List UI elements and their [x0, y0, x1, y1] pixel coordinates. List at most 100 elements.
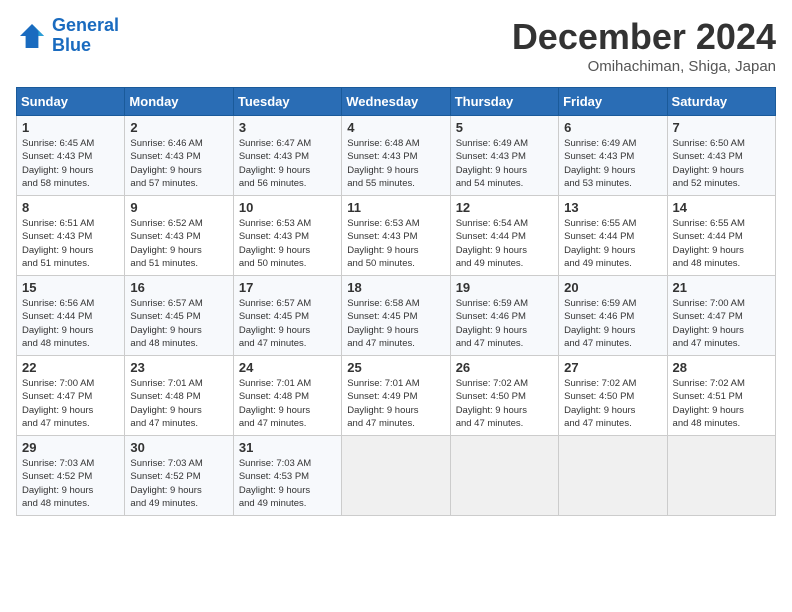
- day-info: Sunrise: 6:53 AMSunset: 4:43 PMDaylight:…: [347, 217, 444, 270]
- day-number: 28: [673, 360, 770, 375]
- day-cell: 25 Sunrise: 7:01 AMSunset: 4:49 PMDaylig…: [342, 356, 450, 436]
- day-cell: 4 Sunrise: 6:48 AMSunset: 4:43 PMDayligh…: [342, 116, 450, 196]
- header-monday: Monday: [125, 88, 233, 116]
- day-number: 16: [130, 280, 227, 295]
- day-cell: 2 Sunrise: 6:46 AMSunset: 4:43 PMDayligh…: [125, 116, 233, 196]
- day-cell: 6 Sunrise: 6:49 AMSunset: 4:43 PMDayligh…: [559, 116, 667, 196]
- day-info: Sunrise: 7:03 AMSunset: 4:53 PMDaylight:…: [239, 457, 336, 510]
- day-info: Sunrise: 6:56 AMSunset: 4:44 PMDaylight:…: [22, 297, 119, 350]
- day-info: Sunrise: 6:50 AMSunset: 4:43 PMDaylight:…: [673, 137, 770, 190]
- day-cell: [450, 436, 558, 516]
- day-number: 22: [22, 360, 119, 375]
- day-cell: 15 Sunrise: 6:56 AMSunset: 4:44 PMDaylig…: [17, 276, 125, 356]
- calendar-table: SundayMondayTuesdayWednesdayThursdayFrid…: [16, 87, 776, 516]
- day-number: 29: [22, 440, 119, 455]
- day-info: Sunrise: 7:03 AMSunset: 4:52 PMDaylight:…: [22, 457, 119, 510]
- day-number: 13: [564, 200, 661, 215]
- day-number: 19: [456, 280, 553, 295]
- day-cell: 30 Sunrise: 7:03 AMSunset: 4:52 PMDaylig…: [125, 436, 233, 516]
- day-cell: 8 Sunrise: 6:51 AMSunset: 4:43 PMDayligh…: [17, 196, 125, 276]
- day-cell: 3 Sunrise: 6:47 AMSunset: 4:43 PMDayligh…: [233, 116, 341, 196]
- day-number: 20: [564, 280, 661, 295]
- day-info: Sunrise: 6:45 AMSunset: 4:43 PMDaylight:…: [22, 137, 119, 190]
- week-row-1: 1 Sunrise: 6:45 AMSunset: 4:43 PMDayligh…: [17, 116, 776, 196]
- day-cell: 17 Sunrise: 6:57 AMSunset: 4:45 PMDaylig…: [233, 276, 341, 356]
- day-number: 14: [673, 200, 770, 215]
- day-cell: 11 Sunrise: 6:53 AMSunset: 4:43 PMDaylig…: [342, 196, 450, 276]
- day-info: Sunrise: 6:57 AMSunset: 4:45 PMDaylight:…: [239, 297, 336, 350]
- day-info: Sunrise: 6:48 AMSunset: 4:43 PMDaylight:…: [347, 137, 444, 190]
- day-info: Sunrise: 6:49 AMSunset: 4:43 PMDaylight:…: [456, 137, 553, 190]
- day-cell: 19 Sunrise: 6:59 AMSunset: 4:46 PMDaylig…: [450, 276, 558, 356]
- day-info: Sunrise: 7:02 AMSunset: 4:50 PMDaylight:…: [564, 377, 661, 430]
- header-wednesday: Wednesday: [342, 88, 450, 116]
- page-header: General Blue December 2024 Omihachiman, …: [16, 16, 776, 75]
- day-number: 10: [239, 200, 336, 215]
- day-info: Sunrise: 6:55 AMSunset: 4:44 PMDaylight:…: [564, 217, 661, 270]
- day-number: 3: [239, 120, 336, 135]
- week-row-3: 15 Sunrise: 6:56 AMSunset: 4:44 PMDaylig…: [17, 276, 776, 356]
- logo-blue: Blue: [52, 35, 91, 55]
- day-number: 12: [456, 200, 553, 215]
- day-number: 7: [673, 120, 770, 135]
- day-info: Sunrise: 7:01 AMSunset: 4:48 PMDaylight:…: [130, 377, 227, 430]
- day-cell: 28 Sunrise: 7:02 AMSunset: 4:51 PMDaylig…: [667, 356, 775, 436]
- day-cell: 16 Sunrise: 6:57 AMSunset: 4:45 PMDaylig…: [125, 276, 233, 356]
- day-cell: 31 Sunrise: 7:03 AMSunset: 4:53 PMDaylig…: [233, 436, 341, 516]
- day-info: Sunrise: 6:57 AMSunset: 4:45 PMDaylight:…: [130, 297, 227, 350]
- day-info: Sunrise: 6:46 AMSunset: 4:43 PMDaylight:…: [130, 137, 227, 190]
- day-info: Sunrise: 7:00 AMSunset: 4:47 PMDaylight:…: [673, 297, 770, 350]
- day-info: Sunrise: 7:03 AMSunset: 4:52 PMDaylight:…: [130, 457, 227, 510]
- calendar-header-row: SundayMondayTuesdayWednesdayThursdayFrid…: [17, 88, 776, 116]
- day-number: 23: [130, 360, 227, 375]
- location: Omihachiman, Shiga, Japan: [512, 58, 776, 75]
- day-number: 17: [239, 280, 336, 295]
- day-number: 24: [239, 360, 336, 375]
- day-cell: 5 Sunrise: 6:49 AMSunset: 4:43 PMDayligh…: [450, 116, 558, 196]
- week-row-2: 8 Sunrise: 6:51 AMSunset: 4:43 PMDayligh…: [17, 196, 776, 276]
- day-number: 26: [456, 360, 553, 375]
- day-cell: [559, 436, 667, 516]
- day-cell: [342, 436, 450, 516]
- day-number: 9: [130, 200, 227, 215]
- day-cell: 14 Sunrise: 6:55 AMSunset: 4:44 PMDaylig…: [667, 196, 775, 276]
- day-info: Sunrise: 6:49 AMSunset: 4:43 PMDaylight:…: [564, 137, 661, 190]
- day-number: 30: [130, 440, 227, 455]
- day-number: 4: [347, 120, 444, 135]
- header-thursday: Thursday: [450, 88, 558, 116]
- day-info: Sunrise: 7:02 AMSunset: 4:51 PMDaylight:…: [673, 377, 770, 430]
- day-cell: 26 Sunrise: 7:02 AMSunset: 4:50 PMDaylig…: [450, 356, 558, 436]
- day-info: Sunrise: 6:52 AMSunset: 4:43 PMDaylight:…: [130, 217, 227, 270]
- day-info: Sunrise: 7:02 AMSunset: 4:50 PMDaylight:…: [456, 377, 553, 430]
- day-info: Sunrise: 6:53 AMSunset: 4:43 PMDaylight:…: [239, 217, 336, 270]
- day-cell: 13 Sunrise: 6:55 AMSunset: 4:44 PMDaylig…: [559, 196, 667, 276]
- day-cell: 29 Sunrise: 7:03 AMSunset: 4:52 PMDaylig…: [17, 436, 125, 516]
- day-number: 15: [22, 280, 119, 295]
- logo: General Blue: [16, 16, 119, 56]
- day-cell: 23 Sunrise: 7:01 AMSunset: 4:48 PMDaylig…: [125, 356, 233, 436]
- day-number: 25: [347, 360, 444, 375]
- day-number: 27: [564, 360, 661, 375]
- day-cell: 22 Sunrise: 7:00 AMSunset: 4:47 PMDaylig…: [17, 356, 125, 436]
- day-info: Sunrise: 6:59 AMSunset: 4:46 PMDaylight:…: [564, 297, 661, 350]
- title-block: December 2024 Omihachiman, Shiga, Japan: [512, 16, 776, 75]
- header-saturday: Saturday: [667, 88, 775, 116]
- day-cell: 21 Sunrise: 7:00 AMSunset: 4:47 PMDaylig…: [667, 276, 775, 356]
- logo-text: General Blue: [52, 16, 119, 56]
- day-info: Sunrise: 6:58 AMSunset: 4:45 PMDaylight:…: [347, 297, 444, 350]
- day-cell: 24 Sunrise: 7:01 AMSunset: 4:48 PMDaylig…: [233, 356, 341, 436]
- header-tuesday: Tuesday: [233, 88, 341, 116]
- day-number: 31: [239, 440, 336, 455]
- month-title: December 2024: [512, 16, 776, 58]
- week-row-4: 22 Sunrise: 7:00 AMSunset: 4:47 PMDaylig…: [17, 356, 776, 436]
- day-info: Sunrise: 6:54 AMSunset: 4:44 PMDaylight:…: [456, 217, 553, 270]
- day-info: Sunrise: 6:47 AMSunset: 4:43 PMDaylight:…: [239, 137, 336, 190]
- logo-icon: [16, 20, 48, 52]
- day-cell: 1 Sunrise: 6:45 AMSunset: 4:43 PMDayligh…: [17, 116, 125, 196]
- header-sunday: Sunday: [17, 88, 125, 116]
- day-info: Sunrise: 6:55 AMSunset: 4:44 PMDaylight:…: [673, 217, 770, 270]
- day-number: 21: [673, 280, 770, 295]
- day-number: 6: [564, 120, 661, 135]
- day-cell: 9 Sunrise: 6:52 AMSunset: 4:43 PMDayligh…: [125, 196, 233, 276]
- day-info: Sunrise: 7:00 AMSunset: 4:47 PMDaylight:…: [22, 377, 119, 430]
